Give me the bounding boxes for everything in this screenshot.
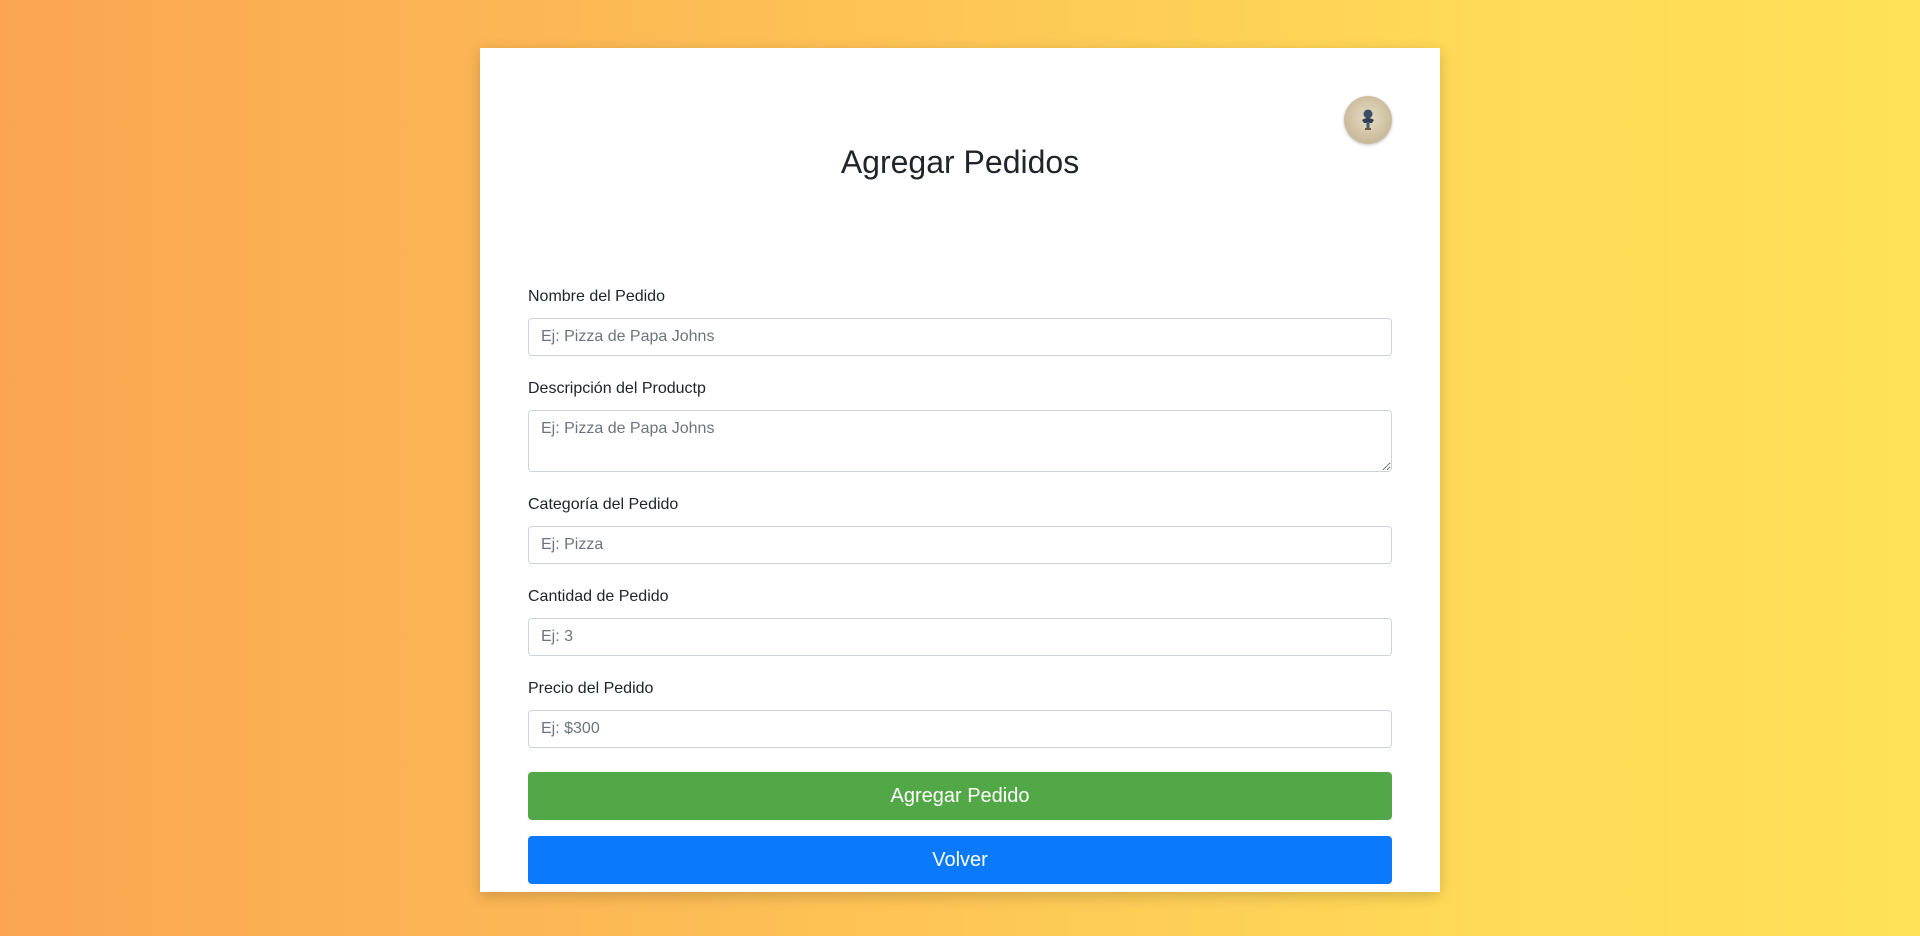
field-order-price: Precio del Pedido — [528, 680, 1392, 748]
product-description-label: Descripción del Productp — [528, 380, 706, 397]
order-price-input[interactable] — [528, 710, 1392, 748]
order-category-label: Categoría del Pedido — [528, 496, 679, 513]
order-form: Nombre del Pedido Descripción del Produc… — [528, 288, 1392, 884]
field-order-quantity: Cantidad de Pedido — [528, 588, 1392, 656]
avatar-figure-icon — [1362, 109, 1374, 130]
field-order-category: Categoría del Pedido — [528, 496, 1392, 564]
order-name-input[interactable] — [528, 318, 1392, 356]
order-name-label: Nombre del Pedido — [528, 288, 665, 305]
page-title: Agregar Pedidos — [840, 144, 1080, 180]
field-product-description: Descripción del Productp — [528, 380, 1392, 472]
back-button[interactable]: Volver — [528, 836, 1392, 884]
user-avatar[interactable] — [1344, 96, 1392, 144]
order-form-card: Agregar Pedidos Nombre del Pedido Descri… — [480, 48, 1440, 892]
add-order-button[interactable]: Agregar Pedido — [528, 772, 1392, 820]
order-category-input[interactable] — [528, 526, 1392, 564]
order-quantity-input[interactable] — [528, 618, 1392, 656]
order-price-label: Precio del Pedido — [528, 680, 654, 697]
field-order-name: Nombre del Pedido — [528, 288, 1392, 356]
order-quantity-label: Cantidad de Pedido — [528, 588, 669, 605]
product-description-textarea[interactable] — [528, 410, 1392, 472]
